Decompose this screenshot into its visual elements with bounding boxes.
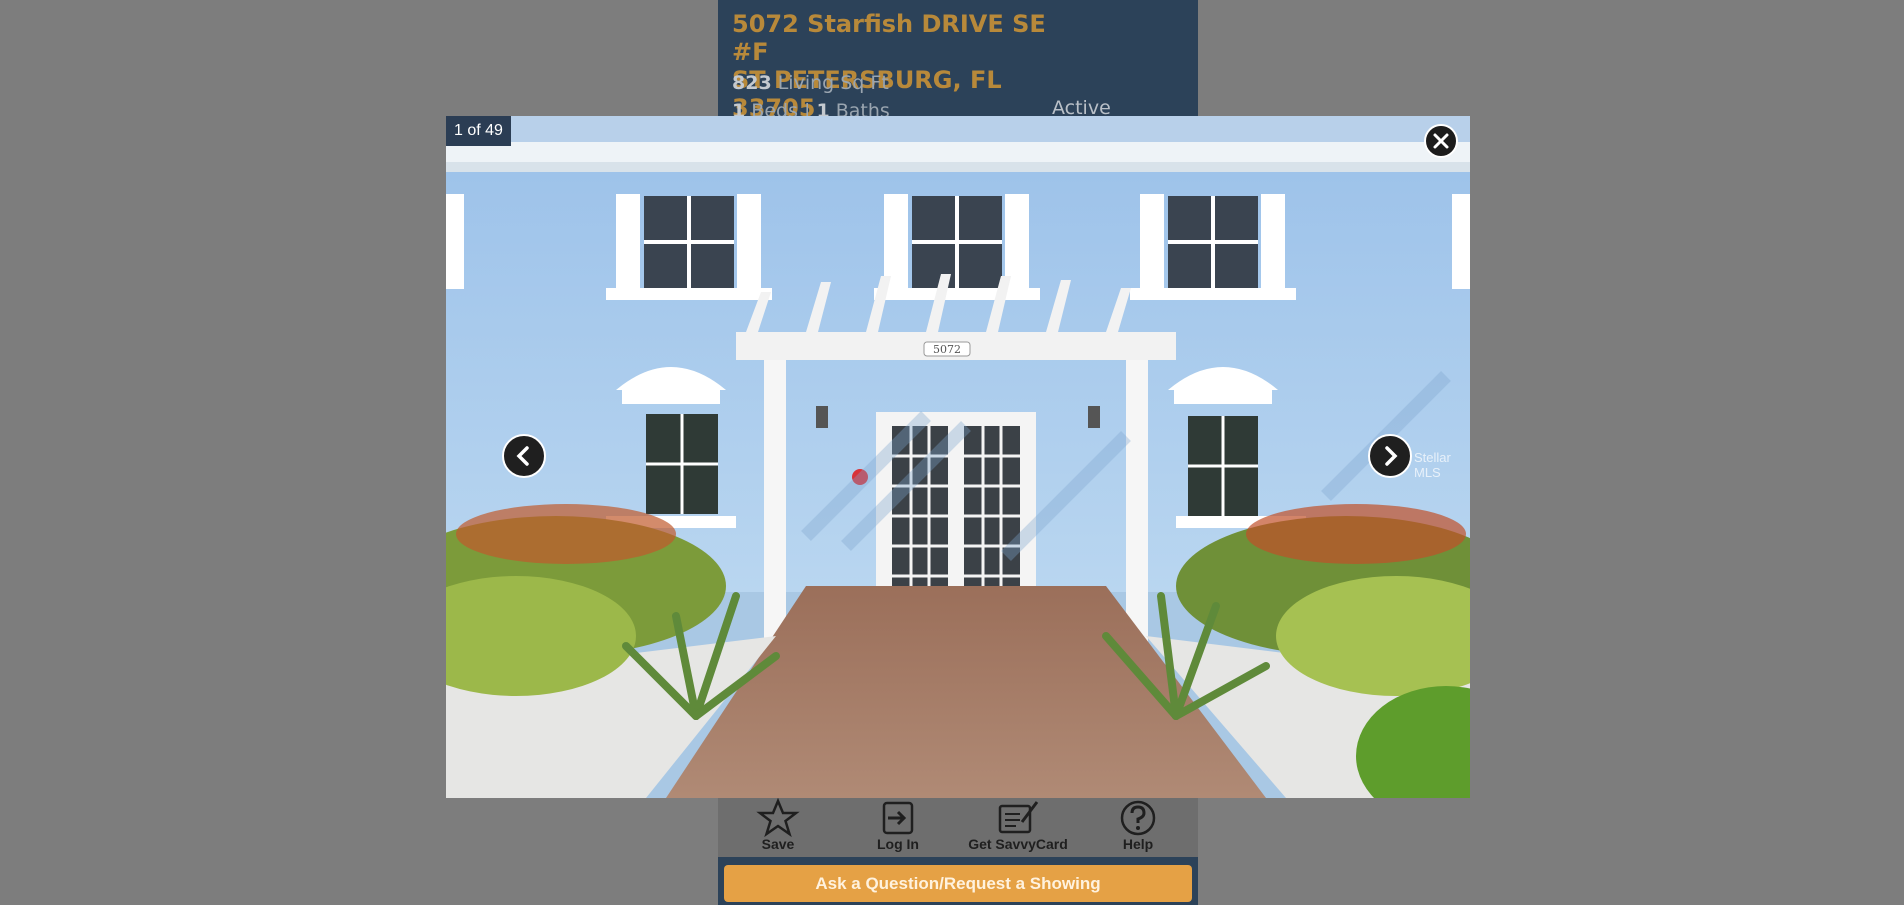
house-number-plaque: 5072 bbox=[933, 343, 961, 356]
mls-watermark: Stellar MLS bbox=[1414, 450, 1451, 480]
previous-photo-button[interactable] bbox=[502, 434, 546, 478]
photo-counter: 1 of 49 bbox=[446, 116, 511, 146]
property-photo: 5072 bbox=[446, 116, 1470, 798]
next-photo-button[interactable] bbox=[1368, 434, 1412, 478]
photo-viewer: 5072 1 of 49 Stellar MLS bbox=[446, 116, 1470, 798]
chevron-left-icon bbox=[516, 446, 529, 466]
close-button[interactable] bbox=[1424, 124, 1458, 158]
chevron-right-icon bbox=[1385, 446, 1398, 466]
close-icon bbox=[1433, 133, 1449, 149]
